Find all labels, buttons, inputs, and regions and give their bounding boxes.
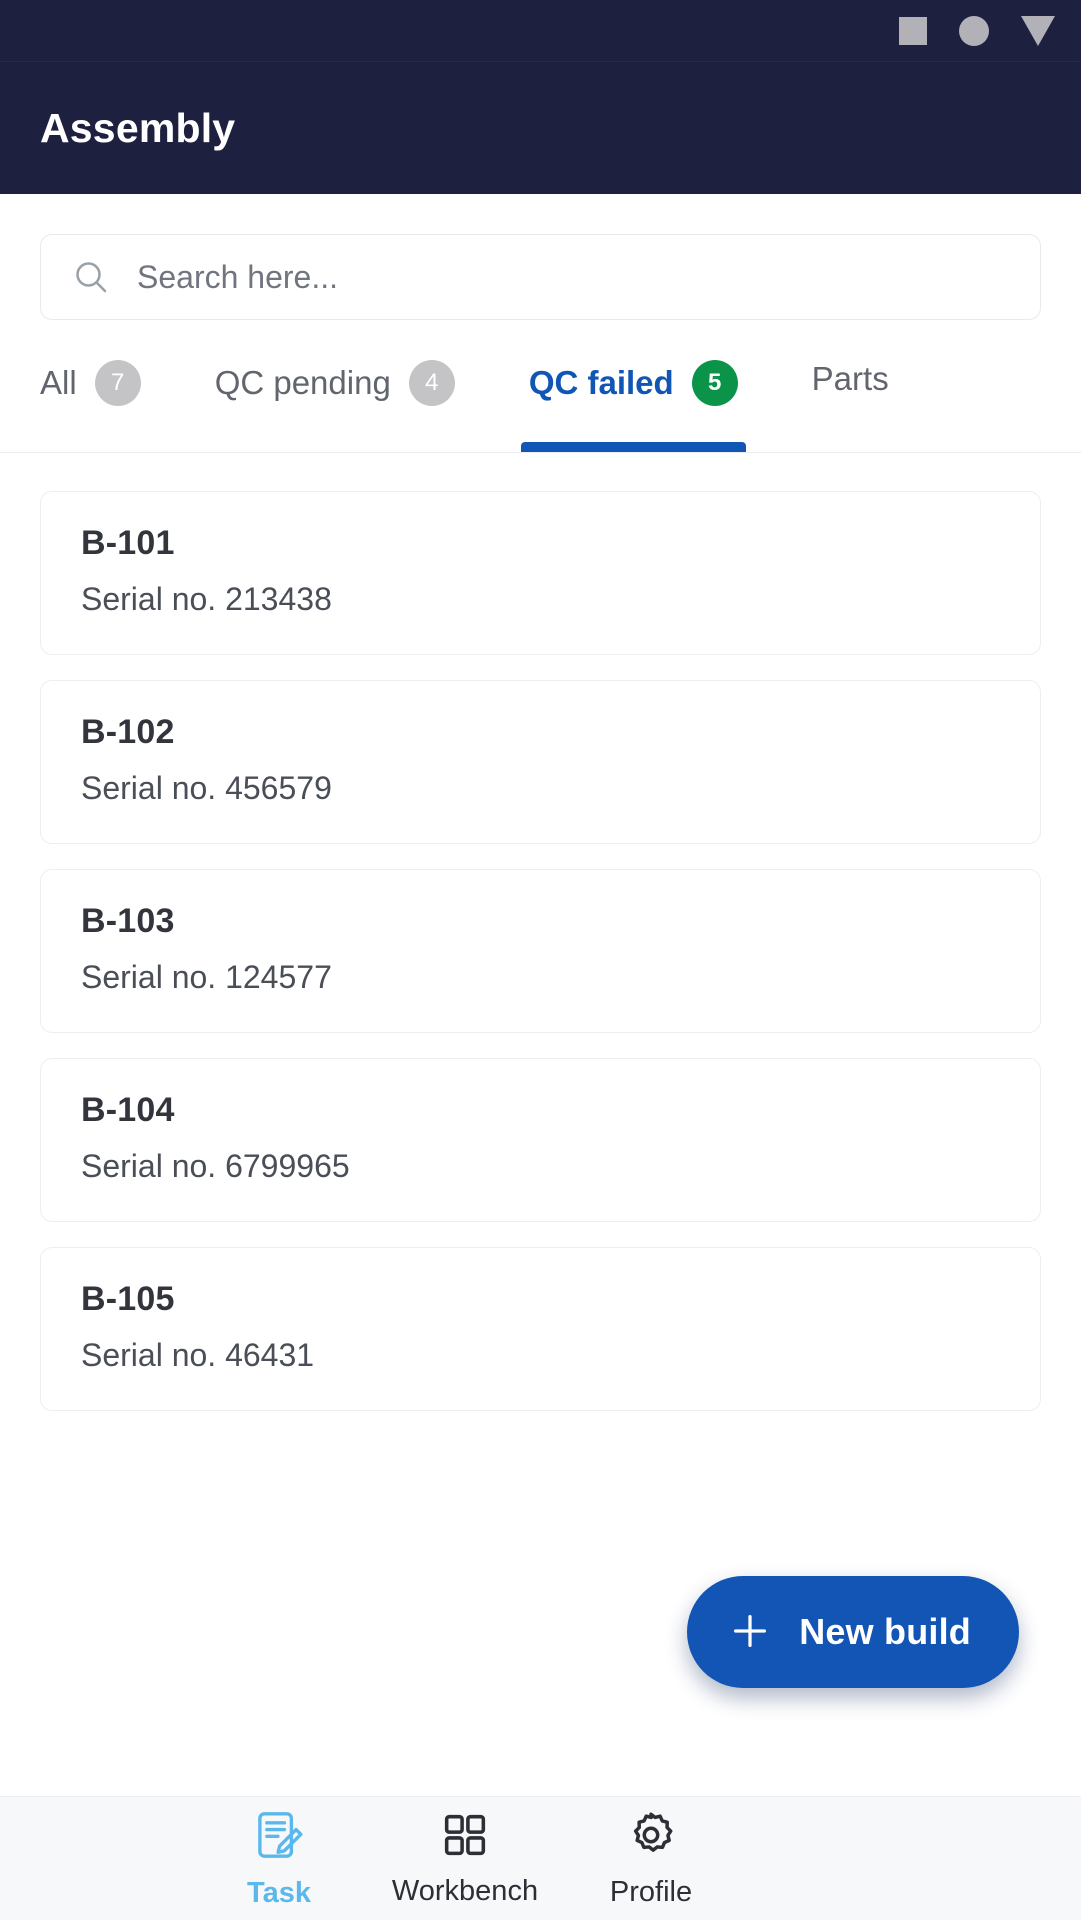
list-item-title: B-105 [81,1280,175,1318]
list-item-serial: Serial no. 213438 [81,581,332,617]
nav-item-label: Task [247,1876,311,1909]
list-item-serial: Serial no. 46431 [81,1337,315,1373]
list-item[interactable]: B-103 Serial no. 124577 [40,869,1041,1033]
new-build-label: New build [799,1611,971,1652]
tab-qc-pending[interactable]: QC pending 4 [215,360,455,452]
gear-icon [625,1809,677,1864]
tab-parts[interactable]: Parts [812,360,889,444]
page-title: Assembly [40,104,236,151]
tab-label: All [40,364,77,401]
search-box[interactable] [40,234,1041,320]
search-section [0,194,1081,320]
list-item-serial: Serial no. 6799965 [81,1148,350,1184]
bottom-navigation: Task Workbench Profile [0,1796,1081,1920]
search-icon [71,257,111,297]
nav-item-label: Workbench [391,1874,539,1907]
task-document-pencil-icon [252,1808,306,1865]
tab-badge: 5 [691,360,738,406]
plus-icon [727,1608,773,1657]
app-bar: Assembly [0,62,1081,194]
list-item[interactable]: B-105 Serial no. 46431 [40,1247,1041,1411]
search-input[interactable] [137,258,1010,296]
new-build-button[interactable]: New build [687,1576,1019,1688]
list-item-title: B-104 [81,1091,175,1129]
list-item[interactable]: B-102 Serial no. 456579 [40,680,1041,844]
system-navigation-bar [899,15,1055,46]
tabs-section: All 7 QC pending 4 QC failed 5 Parts [0,360,1081,453]
list-item-title: B-102 [81,713,175,751]
nav-item-profile[interactable]: Profile [558,1809,744,1909]
triangle-nav-icon[interactable] [1021,15,1055,46]
tab-list: All 7 QC pending 4 QC failed 5 Parts [0,360,1081,452]
tab-all[interactable]: All 7 [40,360,141,452]
nav-item-label: Profile [609,1875,693,1908]
list-item-title: B-103 [81,902,175,940]
app-screen: Assembly All 7 [0,0,1081,1920]
list-item[interactable]: B-104 Serial no. 6799965 [40,1058,1041,1222]
list-item[interactable]: B-101 Serial no. 213438 [40,491,1041,655]
nav-item-task[interactable]: Task [186,1808,372,1910]
content-area: All 7 QC pending 4 QC failed 5 Parts B- [0,194,1081,1796]
list-item-serial: Serial no. 124577 [81,959,332,995]
nav-item-workbench[interactable]: Workbench [372,1810,558,1908]
grid-squares-icon [440,1810,490,1863]
list-item-title: B-101 [81,524,175,562]
square-nav-icon[interactable] [899,16,927,45]
list-item-serial: Serial no. 456579 [81,770,332,806]
status-bar [0,0,1081,62]
tab-badge: 4 [408,360,455,406]
tab-label: Parts [811,360,889,397]
tab-badge: 7 [94,360,141,406]
tab-label: QC pending [214,364,391,401]
tab-label: QC failed [528,364,674,401]
tab-qc-failed[interactable]: QC failed 5 [520,360,746,452]
circle-nav-icon[interactable] [959,15,989,46]
